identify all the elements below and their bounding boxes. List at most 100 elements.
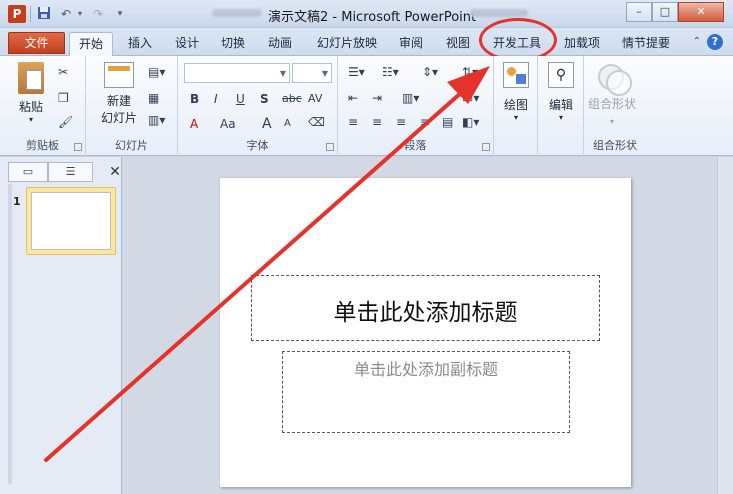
title-placeholder-text: 单击此处添加标题 [333,300,518,326]
font-size-combo[interactable]: ▼ [292,63,332,83]
clipboard-launcher-icon[interactable] [74,143,82,151]
binoculars-icon: ⚲ [548,62,574,88]
close-button[interactable]: ✕ [678,2,724,22]
panel-scrollbar[interactable] [8,184,12,484]
tab-insert[interactable]: 插入 [120,32,160,56]
tab-transitions[interactable]: 切换 [213,32,253,56]
drawing-group: 绘图 ▾ [494,56,538,156]
tab-animations[interactable]: 动画 [260,32,300,56]
distributed-icon[interactable]: ▤ [442,114,453,130]
columns-icon[interactable]: ▥▾ [402,90,419,106]
editing-button[interactable]: ⚲ 编辑 ▾ [544,62,578,122]
cut-icon[interactable]: ✂ [58,64,68,80]
new-slide-label-2: 幻灯片 [100,111,137,125]
editing-label: 编辑 [548,98,573,112]
paste-dropdown-icon: ▾ [28,115,33,124]
align-text-icon[interactable]: ▭▾ [462,90,479,106]
subtitle-placeholder-text: 单击此处添加副标题 [353,360,498,379]
tab-slideshow[interactable]: 幻灯片放映 [310,32,384,56]
tab-file[interactable]: 文件 [8,32,65,54]
drawing-label: 绘图 [503,98,528,112]
center-icon[interactable]: ≡ [372,114,382,130]
shape-combine-group: 组合形状 ▾ 组合形状 [584,56,646,156]
bullets-icon[interactable]: ☰▾ [348,64,365,80]
font-launcher-icon[interactable] [326,143,334,151]
strikethrough-button[interactable]: abc [282,91,302,107]
minimize-button[interactable]: – [626,2,652,22]
char-spacing-button[interactable]: AV [308,91,322,107]
align-right-icon[interactable]: ≡ [396,114,406,130]
drawing-button[interactable]: 绘图 ▾ [500,62,532,122]
grow-font-button[interactable]: A [262,116,272,132]
clipboard-group-label: 剪贴板 [26,139,59,152]
save-icon[interactable] [36,6,52,22]
slides-tab-icon[interactable]: ▭ [8,162,48,182]
drawing-icon [503,62,529,88]
slides-group-label: 幻灯片 [115,139,148,152]
outline-tab-icon[interactable]: ☰ [48,162,93,182]
underline-button[interactable]: U [236,91,245,107]
numbering-icon[interactable]: ☷▾ [382,64,399,80]
window-title: 演示文稿2 - Microsoft PowerPoint [268,10,477,25]
restore-button[interactable]: □ [652,2,678,22]
tab-storyboard[interactable]: 情节提要 [615,32,677,56]
tab-review[interactable]: 审阅 [391,32,431,56]
close-panel-icon[interactable]: ✕ [105,163,125,181]
reset-icon[interactable]: ▦ [148,90,159,106]
tab-design[interactable]: 设计 [167,32,207,56]
smartart-icon[interactable]: ◧▾ [462,114,479,130]
editing-group: ⚲ 编辑 ▾ [538,56,584,156]
slide-thumbnail[interactable] [31,192,111,250]
tab-view[interactable]: 视图 [438,32,478,56]
collapse-ribbon-icon[interactable]: ⌃ [693,36,701,47]
layout-icon[interactable]: ▤▾ [148,64,165,80]
decrease-indent-icon[interactable]: ⇤ [348,90,358,106]
tab-home[interactable]: 开始 [69,32,113,57]
undo-dropdown-icon[interactable]: ▾ [72,6,88,22]
tab-addins[interactable]: 加载项 [557,32,607,56]
text-direction-icon[interactable]: ⇅▾ [462,64,478,80]
ribbon: 粘贴 ▾ ✂ ❐ 🖌 剪贴板 新建 幻灯片 ▤▾ ▦ ▥▾ 幻灯片 ▼ ▼ B … [0,56,733,156]
new-slide-label-1: 新建 [106,94,131,108]
vertical-scrollbar[interactable] [717,157,733,494]
paragraph-group: ☰▾ ☷▾ ⇕▾ ⇅▾ ⇤ ⇥ ▥▾ ▭▾ ≡ ≡ ≡ ≡ ▤ ◧▾ 段落 [338,56,494,156]
ribbon-tabs: 文件 开始 插入 设计 切换 动画 幻灯片放映 审阅 视图 开发工具 加载项 情… [0,28,733,57]
line-spacing-icon[interactable]: ⇕▾ [422,64,438,80]
subtitle-placeholder-box[interactable]: 单击此处添加副标题 [282,351,570,433]
qat-separator [30,6,31,22]
combine-shapes-button[interactable]: 组合形状 [588,96,636,112]
shadow-button[interactable]: S [260,91,269,107]
editing-dropdown-icon: ▾ [558,113,563,122]
customize-qat-icon[interactable]: ▾ [112,6,128,22]
paste-icon [18,62,44,94]
section-icon[interactable]: ▥▾ [148,112,165,128]
panel-tabs: ▭ ☰ ✕ [8,162,121,182]
new-slide-button[interactable]: 新建 幻灯片 [94,62,144,126]
blurred-text [212,9,262,17]
italic-button[interactable]: I [214,91,218,107]
title-bar: P ↶ ▾ ↷ ▾ 演示文稿2 - Microsoft PowerPoint –… [0,0,733,28]
paragraph-group-label: 段落 [404,139,427,152]
paragraph-launcher-icon[interactable] [482,143,490,151]
clipboard-group: 粘贴 ▾ ✂ ❐ 🖌 剪贴板 [0,56,86,156]
clear-formatting-icon[interactable]: ⌫ [308,114,325,130]
title-placeholder-box[interactable]: 单击此处添加标题 [251,275,600,341]
combine-shapes-icon-overlay [606,70,632,96]
justify-icon[interactable]: ≡ [420,114,430,130]
slide-thumbnail-panel: ▭ ☰ ✕ 1 [0,157,122,494]
redo-icon[interactable]: ↷ [90,6,106,22]
font-group-label: 字体 [246,139,269,152]
align-left-icon[interactable]: ≡ [348,114,358,130]
format-painter-icon[interactable]: 🖌 [58,114,73,130]
bold-button[interactable]: B [190,91,199,107]
shrink-font-button[interactable]: A [284,116,291,132]
copy-icon[interactable]: ❐ [58,90,69,106]
increase-indent-icon[interactable]: ⇥ [372,90,382,106]
paste-button[interactable]: 粘贴 ▾ [10,62,52,124]
help-icon[interactable]: ? [707,34,723,50]
powerpoint-app-icon[interactable]: P [8,5,26,23]
change-case-button[interactable]: Aa [220,116,236,132]
font-color-button[interactable]: A [190,116,198,132]
font-name-combo[interactable]: ▼ [184,63,290,83]
combine-dropdown-icon: ▾ [610,117,615,126]
